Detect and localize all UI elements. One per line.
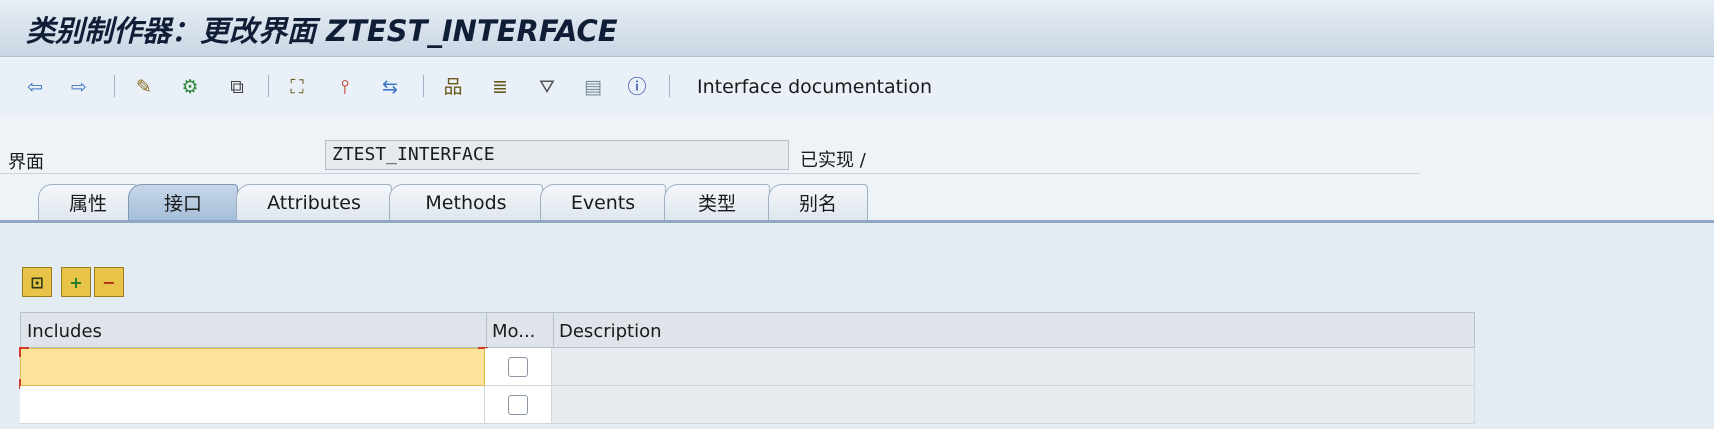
- where-used-icon[interactable]: ⫯: [332, 74, 358, 100]
- interfaces-panel: ⊡ + − Includes Mo... Description: [0, 220, 1714, 429]
- tab-attributes[interactable]: Attributes: [236, 184, 392, 220]
- modeled-cell: [485, 348, 552, 386]
- list-icon[interactable]: ▤: [580, 74, 606, 100]
- tab-strip: 属性 接口 Attributes Methods Events 类型 别名: [0, 184, 1714, 220]
- tab-events[interactable]: Events: [540, 184, 666, 220]
- modeled-checkbox[interactable]: [508, 356, 528, 377]
- title-bar: 类别制作器：更改界面 ZTEST_INTERFACE: [0, 0, 1714, 57]
- include-input[interactable]: [20, 386, 485, 424]
- table-row: [19, 347, 1475, 389]
- description-cell: [552, 386, 1475, 424]
- interface-field-row: 界面 ZTEST_INTERFACE 已实现 /: [0, 136, 1420, 176]
- check-icon[interactable]: ⚙: [177, 74, 203, 100]
- activate-icon[interactable]: ⧉: [224, 74, 250, 100]
- implementation-status: 已实现 /: [800, 150, 866, 171]
- interface-label: 界面: [8, 152, 44, 173]
- insert-row-icon[interactable]: +: [61, 267, 91, 297]
- tab-interfaces[interactable]: 接口: [128, 184, 238, 220]
- table-header: Includes Mo... Description: [20, 312, 1475, 349]
- interface-name-field[interactable]: ZTEST_INTERFACE: [325, 140, 789, 170]
- column-includes[interactable]: Includes: [27, 321, 102, 342]
- back-icon[interactable]: ⇦: [22, 74, 48, 100]
- column-description[interactable]: Description: [559, 321, 662, 342]
- filter-icon[interactable]: ⛛: [534, 74, 560, 100]
- hierarchy-icon[interactable]: ⛶: [284, 74, 310, 100]
- display-object-list-icon[interactable]: 品: [440, 74, 466, 100]
- tab-aliases[interactable]: 别名: [768, 184, 868, 220]
- navigate-icon[interactable]: ⇆: [377, 74, 403, 100]
- edit-toggle-icon[interactable]: ✎: [131, 74, 157, 100]
- description-cell: [552, 348, 1475, 386]
- forward-icon[interactable]: ⇨: [66, 74, 92, 100]
- detail-icon[interactable]: ⊡: [22, 267, 52, 297]
- modeled-checkbox[interactable]: [508, 394, 528, 415]
- delete-row-icon[interactable]: −: [94, 267, 124, 297]
- tab-methods[interactable]: Methods: [389, 184, 543, 220]
- class-browser-icon[interactable]: ≣: [487, 74, 513, 100]
- tab-properties[interactable]: 属性: [38, 184, 138, 220]
- modeled-cell: [485, 386, 552, 424]
- info-icon[interactable]: ⓘ: [624, 74, 650, 100]
- application-toolbar: ⇦ ⇨ ✎ ⚙ ⧉ ⛶ ⫯ ⇆ 品 ≣ ⛛ ▤ ⓘ Interface docu…: [0, 57, 1714, 115]
- tab-types[interactable]: 类型: [664, 184, 770, 220]
- include-input[interactable]: [20, 348, 485, 386]
- window-title: 类别制作器：更改界面 ZTEST_INTERFACE: [26, 14, 618, 48]
- table-row: [20, 386, 1475, 424]
- interface-documentation-button[interactable]: Interface documentation: [697, 76, 932, 98]
- column-modeled[interactable]: Mo...: [492, 321, 535, 342]
